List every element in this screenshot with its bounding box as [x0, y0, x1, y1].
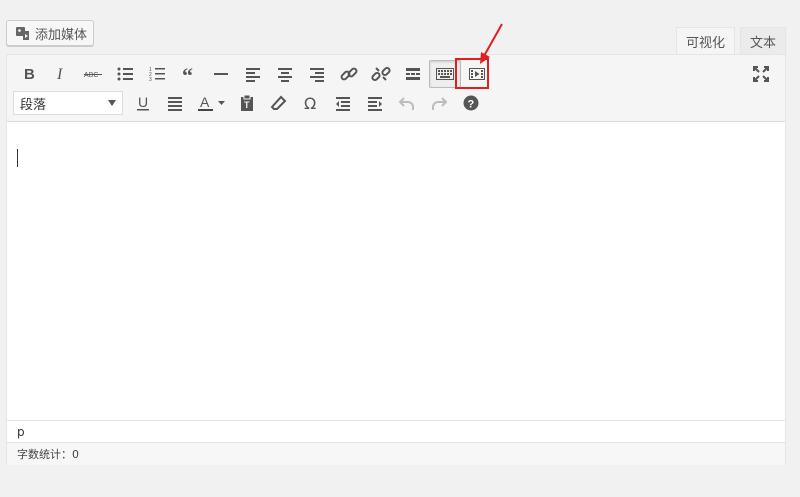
align-center-button[interactable] [269, 60, 301, 88]
svg-text:“: “ [182, 64, 193, 84]
svg-text:B: B [24, 66, 35, 83]
svg-text:I: I [56, 66, 63, 83]
editor: B I ABC 123 “ 段落 U A T Ω ? p 字数统计：0 [6, 54, 786, 465]
svg-text:ABC: ABC [84, 72, 98, 79]
align-center-icon [278, 68, 292, 82]
unlink-button[interactable] [365, 60, 397, 88]
align-left-icon [246, 68, 260, 82]
editor-tabs: 可视化 文本 [675, 27, 786, 55]
svg-text:U: U [138, 94, 148, 110]
svg-text:?: ? [468, 99, 475, 111]
align-left-button[interactable] [237, 60, 269, 88]
outdent-icon [336, 97, 350, 111]
text-cursor [17, 149, 18, 167]
editor-content[interactable] [7, 121, 785, 418]
insert-video-button[interactable] [461, 60, 493, 88]
bold-button[interactable]: B [13, 60, 45, 88]
svg-text:Ω: Ω [304, 94, 316, 113]
help-button[interactable]: ? [455, 89, 487, 117]
add-media-label: 添加媒体 [35, 27, 88, 43]
undo-icon [398, 97, 414, 110]
toolbar: B I ABC 123 “ 段落 U A T Ω ? [7, 55, 785, 122]
fullscreen-button[interactable] [745, 60, 777, 88]
svg-text:3: 3 [149, 77, 152, 83]
italic-icon: I [56, 66, 63, 83]
svg-text:A: A [200, 94, 210, 110]
fullscreen-icon [753, 66, 769, 82]
outdent-button[interactable] [327, 89, 359, 117]
read-more-icon [406, 68, 420, 80]
horizontal-rule-icon [214, 73, 228, 75]
toolbar-toggle-icon [436, 68, 454, 80]
chevron-down-icon [108, 100, 116, 106]
format-select[interactable]: 段落 [13, 91, 123, 115]
help-icon: ? [463, 95, 479, 111]
special-character-button[interactable]: Ω [295, 89, 327, 117]
strikethrough-button[interactable]: ABC [77, 60, 109, 88]
underline-button[interactable]: U [127, 89, 159, 117]
justify-button[interactable] [159, 89, 191, 117]
element-path: p [7, 420, 785, 443]
toolbar-toggle-button[interactable] [429, 60, 461, 88]
tab-text[interactable]: 文本 [739, 27, 786, 54]
format-select-value: 段落 [20, 97, 47, 113]
blockquote-icon: “ [182, 64, 193, 84]
word-count-label: 字数统计：0 [17, 448, 79, 461]
bullet-list-icon [117, 67, 133, 81]
numbered-list-button[interactable]: 123 [141, 60, 173, 88]
redo-icon [432, 97, 448, 110]
numbered-list-icon: 123 [149, 67, 165, 83]
tab-visual[interactable]: 可视化 [675, 27, 735, 55]
justify-icon [168, 97, 182, 111]
align-right-button[interactable] [301, 60, 333, 88]
add-media-button[interactable]: 添加媒体 [6, 20, 94, 46]
link-icon [340, 67, 358, 81]
bullet-list-button[interactable] [109, 60, 141, 88]
blockquote-button[interactable]: “ [173, 60, 205, 88]
element-path-label[interactable]: p [17, 425, 25, 439]
bold-icon: B [24, 66, 35, 83]
read-more-button[interactable] [397, 60, 429, 88]
indent-button[interactable] [359, 89, 391, 117]
horizontal-rule-button[interactable] [205, 60, 237, 88]
word-count: 字数统计：0 [7, 442, 785, 465]
insert-link-button[interactable] [333, 60, 365, 88]
eraser-icon [270, 95, 287, 110]
indent-icon [368, 97, 382, 111]
redo-button[interactable] [423, 89, 455, 117]
paste-text-button[interactable]: T [231, 89, 263, 117]
strikethrough-icon: ABC [84, 72, 102, 79]
video-insert-icon [469, 68, 485, 80]
unlink-icon [371, 66, 391, 82]
underline-icon: U [137, 94, 149, 111]
align-right-icon [310, 68, 324, 82]
undo-button[interactable] [391, 89, 423, 117]
text-color-icon: A [198, 94, 225, 111]
toolbar-row-2: 段落 U A T Ω ? [13, 89, 487, 117]
media-icon [16, 27, 29, 40]
toolbar-row-1: B I ABC 123 “ [13, 60, 493, 88]
text-color-button[interactable]: A [191, 89, 231, 117]
svg-text:T: T [244, 100, 250, 110]
italic-button[interactable]: I [45, 60, 77, 88]
clipboard-icon: T [241, 94, 253, 111]
omega-icon: Ω [304, 94, 316, 113]
clear-formatting-button[interactable] [263, 89, 295, 117]
